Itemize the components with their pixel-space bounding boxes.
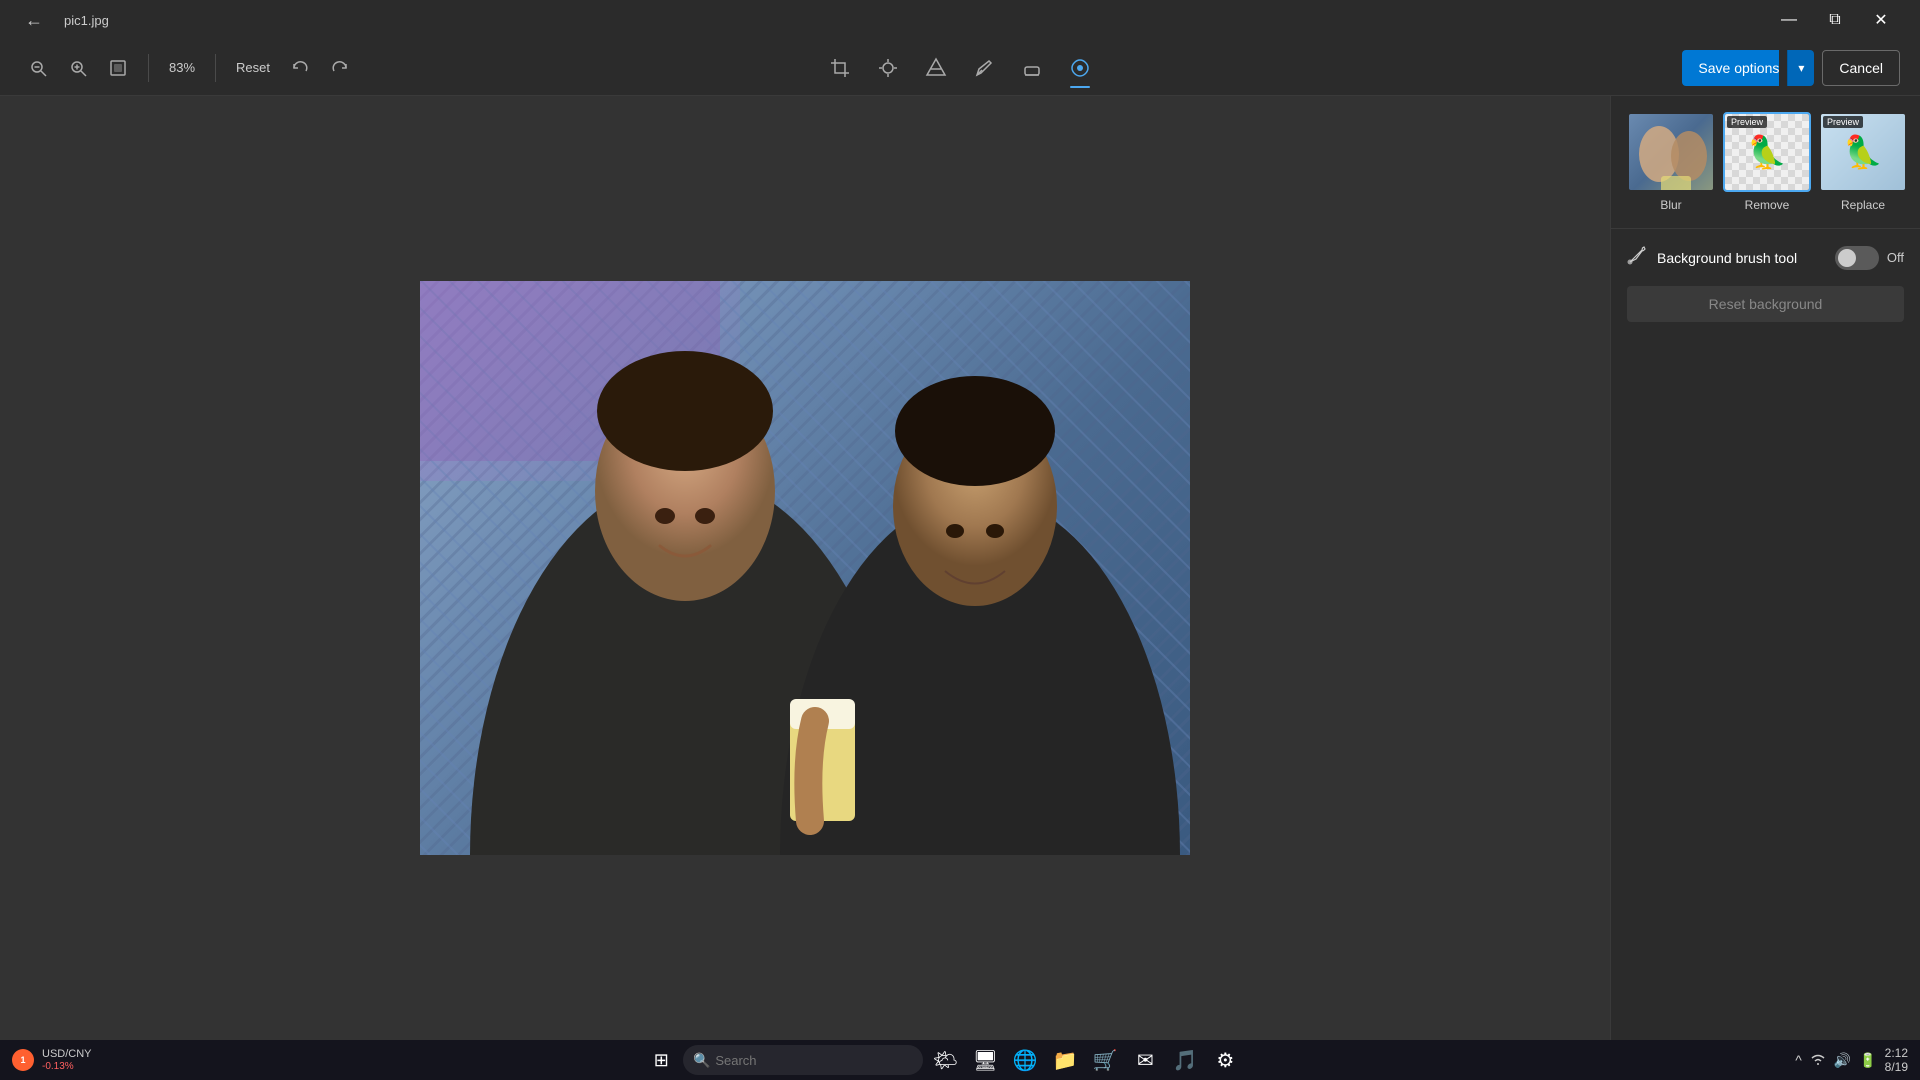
toggle-container: Off (1835, 246, 1904, 270)
draw-tool-button[interactable] (962, 46, 1006, 90)
title-bar: ← pic1.jpg — ⧉ ✕ (0, 0, 1920, 40)
fit-view-button[interactable] (100, 50, 136, 86)
volume-icon[interactable]: 🔊 (1834, 1052, 1851, 1069)
taskbar-browser-button[interactable]: 🌐 (1007, 1042, 1043, 1078)
window-title: pic1.jpg (64, 13, 109, 28)
taskbar-center: ⊞ 🔍 🌤 🖥 🌐 📁 🛒 ✉ 🎵 ⚙ (104, 1042, 1784, 1078)
taskbar-search-input[interactable] (683, 1045, 923, 1075)
cancel-button[interactable]: Cancel (1822, 50, 1900, 86)
background-tool-button[interactable] (1058, 46, 1102, 90)
currency-pair: USD/CNY (42, 1048, 92, 1060)
search-icon: 🔍 (693, 1052, 710, 1069)
taskbar: 1 USD/CNY -0.13% ⊞ 🔍 🌤 🖥 🌐 📁 🛒 ✉ 🎵 ⚙ ^ 🔊… (0, 1040, 1920, 1080)
divider (148, 54, 149, 82)
search-wrapper: 🔍 (683, 1045, 923, 1075)
filter-tool-button[interactable] (914, 46, 958, 90)
window-controls: — ⧉ ✕ (1766, 4, 1904, 36)
main-content: Blur Preview 🦜 Remove Preview 🦜 (0, 96, 1920, 1040)
start-menu-button[interactable]: ⊞ (643, 1042, 679, 1078)
time-display: 2:12 (1885, 1046, 1908, 1060)
restore-button[interactable]: ⧉ (1812, 4, 1858, 36)
zoom-level: 83% (161, 56, 203, 79)
taskbar-mail-button[interactable]: ✉ (1127, 1042, 1163, 1078)
toolbar-center-tools (818, 46, 1102, 90)
save-options-chevron-button[interactable]: ▾ (1787, 50, 1814, 86)
remove-option[interactable]: Preview 🦜 Remove (1723, 112, 1811, 212)
taskbar-widgets-button[interactable]: 🌤 (927, 1042, 963, 1078)
background-options: Blur Preview 🦜 Remove Preview 🦜 (1627, 112, 1904, 212)
date-display: 8/19 (1885, 1060, 1908, 1074)
taskbar-settings-button[interactable]: ⚙ (1207, 1042, 1243, 1078)
photo-canvas[interactable] (420, 281, 1190, 855)
replace-thumbnail: Preview 🦜 (1819, 112, 1907, 192)
blur-option[interactable]: Blur (1627, 112, 1715, 212)
canvas-area (0, 96, 1610, 1040)
blur-label: Blur (1660, 198, 1681, 212)
taskbar-left: 1 USD/CNY -0.13% (12, 1048, 92, 1071)
image-container (420, 281, 1190, 855)
taskbar-clock[interactable]: 2:12 8/19 (1885, 1046, 1908, 1074)
save-options-button[interactable]: Save options (1682, 50, 1779, 86)
preview-badge-replace: Preview (1823, 116, 1863, 128)
reset-button[interactable]: Reset (228, 56, 278, 79)
right-panel: Blur Preview 🦜 Remove Preview 🦜 (1610, 96, 1920, 1040)
divider2 (215, 54, 216, 82)
undo-button[interactable] (282, 50, 318, 86)
toolbar-left: 83% Reset (20, 50, 358, 86)
preview-badge-remove: Preview (1727, 116, 1767, 128)
replace-label: Replace (1841, 198, 1885, 212)
brush-tool-label: Background brush tool (1657, 250, 1825, 266)
taskbar-files-button[interactable]: 📁 (1047, 1042, 1083, 1078)
toggle-state-label: Off (1887, 250, 1904, 265)
system-tray-chevron[interactable]: ^ (1795, 1052, 1802, 1068)
title-bar-left: ← pic1.jpg (16, 2, 109, 38)
panel-divider-1 (1611, 228, 1920, 229)
toolbar-right: Save options ▾ Cancel (1682, 50, 1900, 86)
brush-tool-toggle[interactable] (1835, 246, 1879, 270)
taskbar-store-button[interactable]: 🛒 (1087, 1042, 1123, 1078)
zoom-in-button[interactable] (60, 50, 96, 86)
currency-change: -0.13% (42, 1061, 92, 1072)
taskbar-desktop-button[interactable]: 🖥 (967, 1042, 1003, 1078)
back-button[interactable]: ← (16, 2, 52, 38)
remove-label: Remove (1745, 198, 1790, 212)
toolbar: 83% Reset Save options ▾ Canc (0, 40, 1920, 96)
close-button[interactable]: ✕ (1858, 4, 1904, 36)
taskbar-right: ^ 🔊 🔋 2:12 8/19 (1795, 1046, 1908, 1074)
toggle-knob (1838, 249, 1856, 267)
replace-option[interactable]: Preview 🦜 Replace (1819, 112, 1907, 212)
battery-icon[interactable]: 🔋 (1859, 1052, 1876, 1069)
crop-tool-button[interactable] (818, 46, 862, 90)
blur-thumbnail (1627, 112, 1715, 192)
reset-background-button[interactable]: Reset background (1627, 286, 1904, 322)
adjust-tool-button[interactable] (866, 46, 910, 90)
brush-icon (1627, 245, 1647, 270)
erase-tool-button[interactable] (1010, 46, 1054, 90)
brush-tool-row: Background brush tool Off (1627, 245, 1904, 270)
minimize-button[interactable]: — (1766, 4, 1812, 36)
zoom-out-button[interactable] (20, 50, 56, 86)
remove-thumbnail: Preview 🦜 (1723, 112, 1811, 192)
redo-button[interactable] (322, 50, 358, 86)
taskbar-currency: USD/CNY -0.13% (42, 1048, 92, 1071)
taskbar-music-button[interactable]: 🎵 (1167, 1042, 1203, 1078)
wifi-icon[interactable] (1810, 1052, 1826, 1069)
currency-badge: 1 (12, 1049, 34, 1071)
